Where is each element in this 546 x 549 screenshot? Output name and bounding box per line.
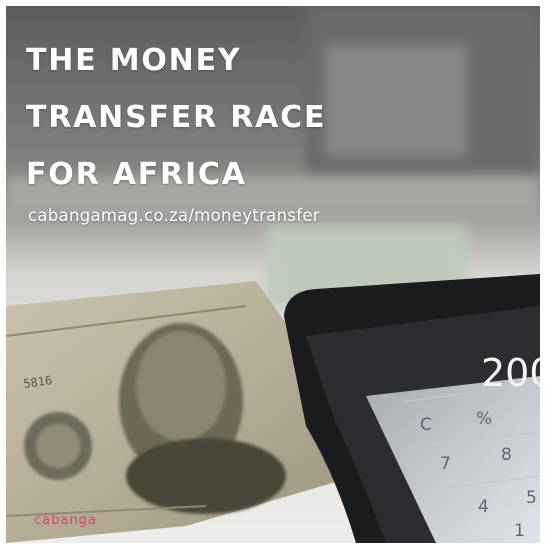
cabanga-logo: cabanga [34,513,97,528]
headline: THE MONEY TRANSFER RACE FOR AFRICA [26,32,326,203]
headline-line-3: FOR AFRICA [26,157,247,192]
headline-line-2: TRANSFER RACE [26,100,327,135]
key-7: 7 [440,454,451,474]
calculator-display: 200 [481,351,540,395]
key-4: 4 [478,497,489,517]
key-c: C [420,415,432,435]
post-image: 5816 200 C % 7 8 4 5 1 THE MONEY TRANSFE… [6,6,540,543]
article-url: cabangamag.co.za/moneytransfer [28,206,320,225]
headline-line-1: THE MONEY [26,43,242,78]
key-8: 8 [501,445,512,465]
key-percent: % [476,409,492,429]
key-1: 1 [514,521,525,541]
key-5: 5 [526,488,537,508]
